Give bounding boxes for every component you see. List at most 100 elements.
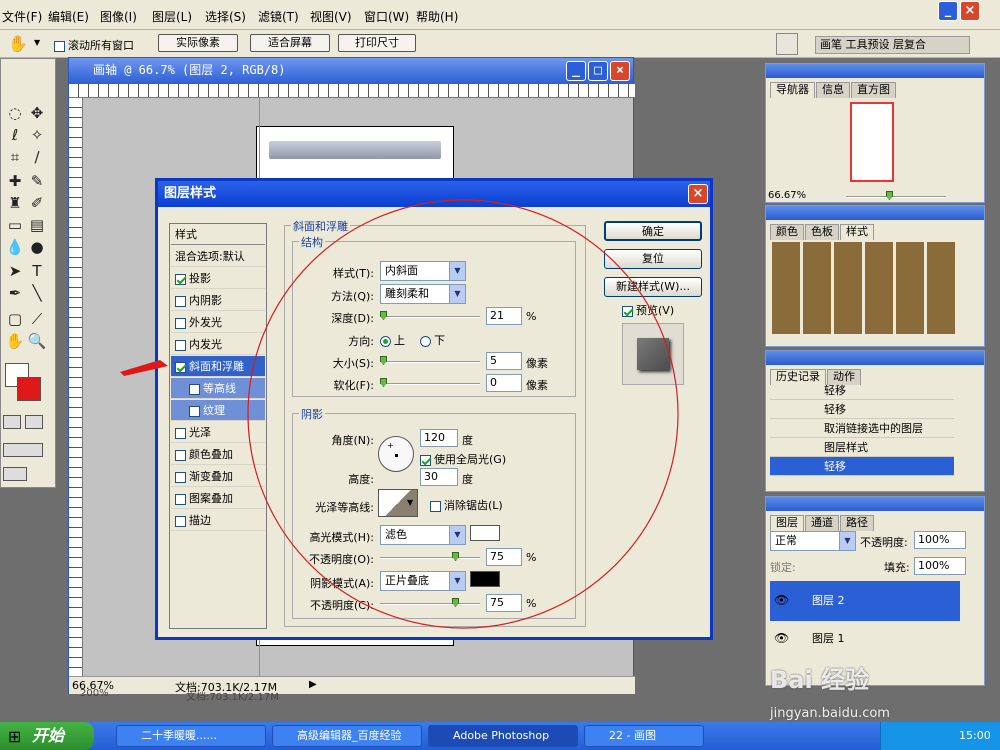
move-icon[interactable]: ✥	[27, 103, 47, 123]
checkbox-icon[interactable]	[175, 427, 186, 439]
menu-filter[interactable]: 滤镜(T)	[258, 8, 299, 25]
gloss-contour-picker[interactable]: ▼	[378, 489, 418, 517]
tab-histogram[interactable]: 直方图	[851, 82, 896, 98]
style-item-drop-shadow[interactable]: 投影	[171, 268, 265, 289]
shadow-opacity-slider[interactable]	[380, 598, 480, 607]
blur-icon[interactable]: 💧	[5, 237, 25, 257]
checkbox-icon[interactable]	[175, 471, 186, 483]
print-size-button[interactable]: 打印尺寸	[338, 34, 416, 52]
slice-icon[interactable]: ∕	[27, 147, 47, 167]
eye-icon[interactable]: 👁	[774, 593, 789, 607]
menu-file[interactable]: 文件(F)	[2, 8, 42, 25]
brush-icon[interactable]: ✎	[27, 171, 47, 191]
style-item-bevel-emboss[interactable]: 斜面和浮雕	[171, 356, 265, 377]
blending-options[interactable]: 混合选项:默认	[171, 246, 265, 267]
actual-pixels-button[interactable]: 实际像素	[158, 34, 238, 52]
menu-window[interactable]: 窗口(W)	[364, 8, 409, 25]
new-style-button[interactable]: 新建样式(W)...	[604, 277, 702, 297]
direction-down-radio[interactable]: 下	[420, 332, 445, 348]
slider-knob[interactable]	[886, 191, 893, 200]
menu-select[interactable]: 选择(S)	[205, 8, 246, 25]
minimize-icon[interactable]: _	[938, 1, 958, 21]
highlight-color-swatch[interactable]	[470, 525, 500, 541]
style-item-texture[interactable]: 纹理	[171, 400, 265, 421]
global-light-checkbox[interactable]: 使用全局光(G)	[420, 451, 506, 467]
task-item[interactable]: 二十季暖暖......	[116, 725, 266, 747]
checkbox-icon[interactable]	[189, 383, 200, 395]
tab-swatches[interactable]: 色板	[805, 224, 839, 240]
style-item-outer-glow[interactable]: 外发光	[171, 312, 265, 333]
magic-wand-icon[interactable]: ✧	[27, 125, 47, 145]
preview-checkbox[interactable]: 预览(V)	[622, 302, 674, 318]
task-item[interactable]: 22 - 画图	[584, 725, 704, 747]
angle-dial[interactable]: +	[378, 436, 414, 472]
tab-paths[interactable]: 路径	[840, 515, 874, 531]
highlight-opacity-slider[interactable]	[380, 552, 480, 561]
size-input[interactable]: 5	[486, 352, 522, 370]
bevel-style-select[interactable]: 内斜面 ▼	[380, 261, 466, 281]
checkbox-icon[interactable]	[175, 317, 186, 329]
tab-layers[interactable]: 图层	[770, 515, 804, 531]
layer-fill-input[interactable]: 100%	[914, 557, 966, 575]
doc-minimize-icon[interactable]: _	[566, 61, 586, 81]
technique-select[interactable]: 雕刻柔和 ▼	[380, 284, 466, 304]
tab-styles[interactable]: 样式	[840, 224, 874, 240]
layer-row-selected[interactable]: 图层 2	[770, 581, 960, 621]
shadow-color-swatch[interactable]	[470, 571, 500, 587]
history-item[interactable]: 轻移	[770, 400, 954, 419]
path-select-icon[interactable]: ➤	[5, 261, 25, 281]
checkbox-icon[interactable]	[175, 273, 186, 285]
soften-slider[interactable]	[380, 378, 480, 387]
gradient-icon[interactable]: ▤	[27, 215, 47, 235]
palette-well-icon[interactable]	[776, 33, 798, 55]
tab-info[interactable]: 信息	[816, 82, 850, 98]
ok-button[interactable]: 确定	[604, 221, 702, 241]
dodge-icon[interactable]: ●	[27, 237, 47, 257]
doc-maximize-icon[interactable]: □	[588, 61, 608, 81]
menu-edit[interactable]: 编辑(E)	[48, 8, 89, 25]
layer-opacity-input[interactable]: 100%	[914, 531, 966, 549]
antialias-checkbox[interactable]: 消除锯齿(L)	[430, 497, 503, 513]
menu-help[interactable]: 帮助(H)	[416, 8, 458, 25]
crop-icon[interactable]: ⌗	[5, 147, 25, 167]
eye-icon[interactable]: 👁	[774, 631, 789, 645]
style-item-stroke[interactable]: 描边	[171, 510, 265, 531]
highlight-mode-select[interactable]: 滤色 ▼	[380, 525, 466, 545]
checkbox-icon[interactable]	[175, 493, 186, 505]
menu-layer[interactable]: 图层(L)	[152, 8, 192, 25]
style-item-satin[interactable]: 光泽	[171, 422, 265, 443]
menu-view[interactable]: 视图(V)	[310, 8, 352, 25]
navigator-slider[interactable]	[846, 191, 946, 200]
quickmask-icon[interactable]	[25, 415, 43, 429]
task-item-active[interactable]: Adobe Photoshop	[428, 725, 578, 747]
pen-icon[interactable]: ✒	[5, 283, 25, 303]
screen-mode-icon[interactable]	[3, 443, 43, 457]
checkbox-icon[interactable]	[175, 449, 186, 461]
close-icon[interactable]: ×	[960, 1, 980, 21]
highlight-opacity-input[interactable]: 75	[486, 548, 522, 566]
jump-to-imageready-icon[interactable]	[3, 467, 27, 481]
reset-button[interactable]: 复位	[604, 249, 702, 269]
history-item-selected[interactable]: 轻移	[770, 457, 954, 476]
checkbox-icon[interactable]	[175, 361, 186, 373]
style-item-pattern-overlay[interactable]: 图案叠加	[171, 488, 265, 509]
scroll-all-checkbox[interactable]: 滚动所有窗口	[54, 37, 134, 53]
checkbox-icon[interactable]	[175, 295, 186, 307]
shadow-opacity-input[interactable]: 75	[486, 594, 522, 612]
depth-slider[interactable]	[380, 311, 480, 320]
hand-tool-icon[interactable]: ✋	[8, 34, 28, 53]
eraser-icon[interactable]: ▭	[5, 215, 25, 235]
history-item[interactable]: 取消链接选中的图层	[770, 419, 954, 438]
style-item-inner-shadow[interactable]: 内阴影	[171, 290, 265, 311]
style-item-color-overlay[interactable]: 颜色叠加	[171, 444, 265, 465]
history-item[interactable]: 轻移	[770, 381, 954, 400]
zoom-icon[interactable]: 🔍	[27, 331, 47, 351]
navigator-zoom[interactable]: 66.67%	[768, 190, 806, 201]
hand-icon[interactable]: ✋	[5, 331, 25, 351]
chevron-down-icon[interactable]: ▼	[34, 38, 40, 47]
style-swatch-grid[interactable]	[772, 242, 956, 334]
palette-well-tabs[interactable]: 画笔 工具预设 层复合	[815, 36, 970, 54]
doc-close-icon[interactable]: ×	[610, 61, 630, 81]
tab-color[interactable]: 颜色	[770, 224, 804, 240]
soften-input[interactable]: 0	[486, 374, 522, 392]
